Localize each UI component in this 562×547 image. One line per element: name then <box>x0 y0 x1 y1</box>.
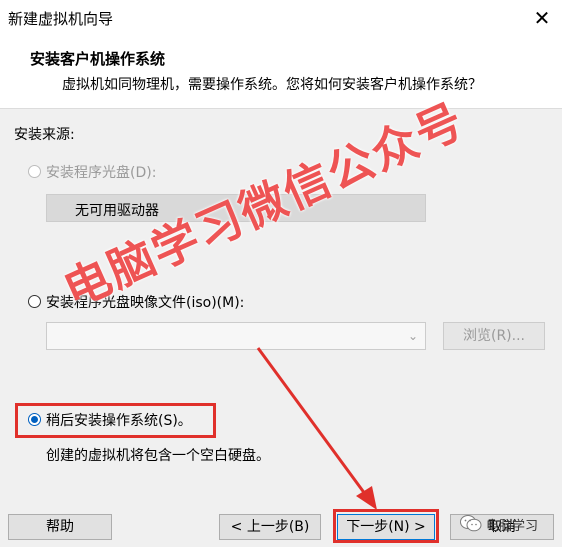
wechat-badge: 电脑学习 <box>458 507 558 541</box>
wechat-icon <box>460 515 482 532</box>
annotation-arrow-icon <box>256 347 377 510</box>
highlight-next-button <box>333 509 439 543</box>
wechat-badge-text: 电脑学习 <box>486 519 539 534</box>
back-button[interactable]: < 上一步(B) <box>219 514 321 540</box>
help-button[interactable]: 帮助 <box>8 514 112 540</box>
